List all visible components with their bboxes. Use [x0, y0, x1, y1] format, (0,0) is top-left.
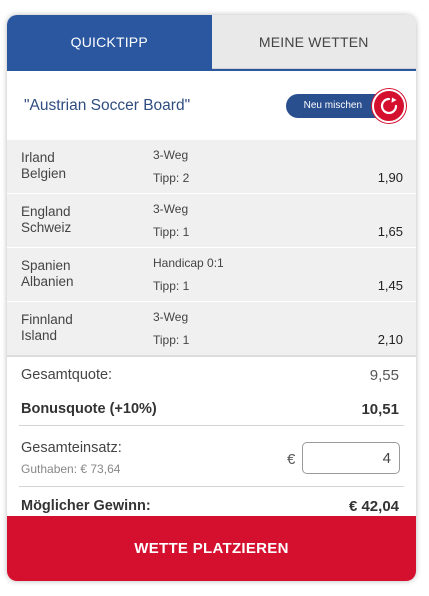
team-away: Belgien — [21, 166, 67, 181]
bet-market: 3-Weg — [153, 148, 189, 162]
tab-meine-wetten[interactable]: MEINE WETTEN — [211, 15, 416, 69]
bet-tipp: Tipp: 1 — [153, 333, 190, 347]
bet-row: Spanien Albanien Handicap 0:1 Tipp: 1 1,… — [7, 248, 416, 301]
bet-tipp: Tipp: 1 — [153, 225, 190, 239]
bonus-odds-row: Bonusquote (+10%) 10,51 — [7, 393, 416, 425]
stake-input[interactable] — [302, 442, 400, 474]
match-teams: England Schweiz — [21, 204, 71, 236]
possible-win-label: Möglicher Gewinn: — [21, 498, 151, 514]
match-teams: Irland Belgien — [21, 150, 66, 182]
possible-win-value: € 42,04 — [348, 497, 399, 515]
tab-quicktipp[interactable]: QUICKTIPP — [7, 15, 212, 69]
team-away: Island — [21, 328, 58, 343]
place-bet-button[interactable]: WETTE PLATZIEREN — [7, 516, 416, 581]
bonus-odds-label: Bonusquote (+10%) — [21, 401, 157, 417]
team-home: England — [21, 204, 71, 219]
bet-odds: 1,65 — [377, 224, 403, 239]
bet-market: 3-Weg — [153, 202, 189, 216]
bet-row: Finnland Island 3-Weg Tipp: 1 2,10 — [7, 302, 416, 355]
tab-bar: QUICKTIPP MEINE WETTEN — [7, 15, 416, 69]
currency-symbol: € — [287, 451, 296, 468]
bet-list: Irland Belgien 3-Weg Tipp: 2 1,90 Englan… — [7, 140, 416, 355]
bet-tipp: Tipp: 1 — [153, 279, 190, 293]
refresh-icon[interactable] — [372, 88, 406, 123]
match-teams: Finnland Island — [21, 312, 73, 344]
match-teams: Spanien Albanien — [21, 258, 74, 290]
bet-market: 3-Weg — [153, 310, 189, 324]
team-away: Schweiz — [21, 220, 72, 235]
balance-text: Guthaben: € 73,64 — [21, 462, 121, 476]
mix-button[interactable]: Neu mischen — [285, 88, 406, 123]
bet-market: Handicap 0:1 — [153, 256, 224, 270]
bonus-odds-value: 10,51 — [361, 400, 399, 418]
bet-odds: 1,45 — [377, 278, 403, 293]
title-row: "Austrian Soccer Board" Neu mischen — [7, 71, 416, 140]
total-odds-row: Gesamtquote: 9,55 — [7, 357, 416, 393]
bet-odds: 1,90 — [377, 170, 403, 185]
team-away: Albanien — [21, 274, 74, 289]
bet-odds: 2,10 — [377, 332, 403, 347]
team-home: Spanien — [21, 258, 71, 273]
board-title: "Austrian Soccer Board" — [24, 96, 191, 114]
bet-row: England Schweiz 3-Weg Tipp: 1 1,65 — [7, 194, 416, 247]
bet-row: Irland Belgien 3-Weg Tipp: 2 1,90 — [7, 140, 416, 193]
stake-row: Gesamteinsatz: Guthaben: € 73,64 € — [7, 426, 416, 486]
bet-tipp: Tipp: 2 — [153, 171, 190, 185]
betslip-card: QUICKTIPP MEINE WETTEN "Austrian Soccer … — [7, 15, 416, 581]
stake-label: Gesamteinsatz: — [21, 440, 122, 456]
team-home: Irland — [21, 150, 55, 165]
total-odds-value: 9,55 — [369, 366, 399, 384]
team-home: Finnland — [21, 312, 73, 327]
total-odds-label: Gesamtquote: — [21, 367, 113, 383]
